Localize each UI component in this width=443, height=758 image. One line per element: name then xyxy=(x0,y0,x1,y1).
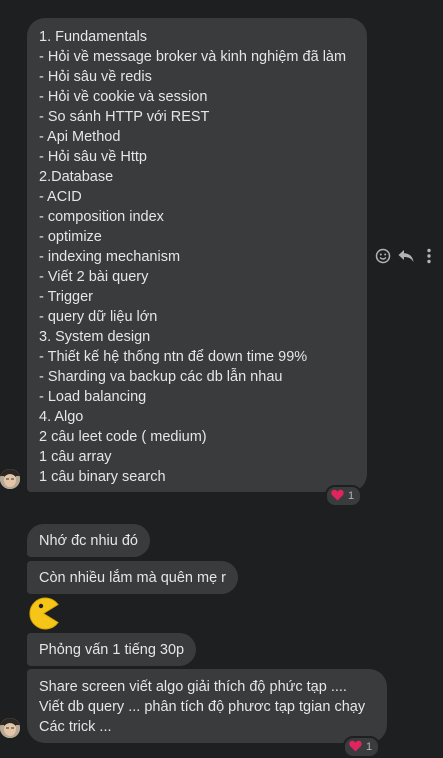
message-line: - Hỏi về cookie và session xyxy=(39,89,208,105)
message-text: Còn nhiều lắm mà quên mẹ r xyxy=(39,570,226,586)
message-line: - Sharding va backup các db lẫn nhau xyxy=(39,369,283,385)
reaction-badge[interactable]: 1 xyxy=(343,736,381,758)
message-bubble[interactable]: Nhớ đc nhiu đó xyxy=(27,524,150,557)
message-line: 3. System design xyxy=(39,329,151,345)
message-line: Viết db query ... phân tích độ phươc tạp… xyxy=(39,699,366,715)
reply-icon[interactable] xyxy=(397,247,414,265)
message-actions xyxy=(374,246,438,266)
message-line: 2 câu leet code ( medium) xyxy=(39,429,207,445)
message-text: Phỏng vấn 1 tiếng 30p xyxy=(39,642,185,658)
avatar[interactable] xyxy=(0,469,20,489)
avatar-photo-icon xyxy=(0,469,20,489)
message-bubble[interactable]: Share screen viết algo giải thích độ phứ… xyxy=(27,669,387,743)
message-line: - Api Method xyxy=(39,129,121,145)
message-line: - So sánh HTTP với REST xyxy=(39,109,210,125)
message-text: Nhớ đc nhiu đó xyxy=(39,533,138,549)
message-bubble-interview-topics[interactable]: 1. Fundamentals - Hỏi về message broker … xyxy=(27,18,367,492)
message-line: - Load balancing xyxy=(39,389,147,405)
message-line: - optimize xyxy=(39,229,102,245)
message-line: Share screen viết algo giải thích độ phứ… xyxy=(39,679,347,695)
avatar-photo-icon xyxy=(0,718,20,738)
reaction-count: 1 xyxy=(366,741,373,753)
message-line: - Viết 2 bài query xyxy=(39,269,149,285)
message-line: 1. Fundamentals xyxy=(39,29,148,45)
message-line: - Hỏi sâu về redis xyxy=(39,69,152,85)
message-bubble[interactable]: Phỏng vấn 1 tiếng 30p xyxy=(27,633,197,666)
reaction-count: 1 xyxy=(348,490,355,502)
more-options-icon[interactable] xyxy=(421,247,438,265)
message-line: - Hỏi sâu về Http xyxy=(39,149,147,165)
message-line: - Thiết kế hệ thống ntn để down time 99% xyxy=(39,349,308,365)
message-line: - Hỏi về message broker và kinh nghiệm đ… xyxy=(39,49,347,65)
message-line: 1 câu binary search xyxy=(39,469,166,485)
message-line: - composition index xyxy=(39,209,164,225)
reaction-badge[interactable]: 1 xyxy=(325,485,363,507)
react-emoji-icon[interactable] xyxy=(374,247,391,265)
message-line: - ACID xyxy=(39,189,82,205)
pacman-sticker-icon[interactable] xyxy=(27,597,60,630)
message-line: Các trick ... xyxy=(39,719,112,735)
message-bubble[interactable]: Còn nhiều lắm mà quên mẹ r xyxy=(27,561,238,594)
message-line: - Trigger xyxy=(39,289,93,305)
avatar[interactable] xyxy=(0,718,20,738)
message-line: - indexing mechanism xyxy=(39,249,181,265)
message-line: 4. Algo xyxy=(39,409,84,425)
message-line: 1 câu array xyxy=(39,449,112,465)
message-line: - query dữ liệu lớn xyxy=(39,309,158,325)
heart-icon xyxy=(331,489,344,504)
heart-icon xyxy=(349,740,362,755)
message-line: 2.Database xyxy=(39,169,114,185)
